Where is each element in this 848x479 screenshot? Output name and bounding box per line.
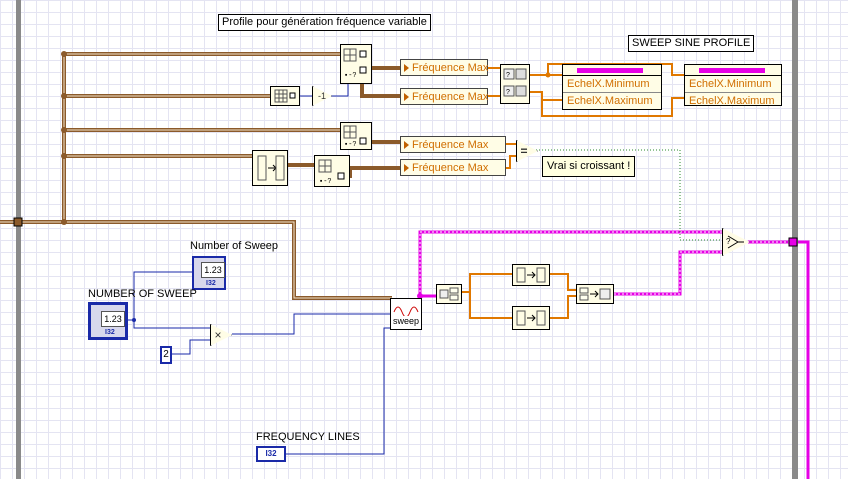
property-freq-max-3[interactable]: Fréquence Max bbox=[400, 136, 506, 153]
property-label: Fréquence Max bbox=[412, 161, 489, 174]
concat-icon bbox=[579, 287, 611, 301]
type-badge: I32 bbox=[265, 449, 277, 458]
property-freq-max-2[interactable]: Fréquence Max bbox=[400, 88, 488, 105]
reverse-node-2[interactable] bbox=[512, 306, 550, 330]
property-echelx-maximum[interactable]: EchelX.Maximum bbox=[563, 93, 661, 109]
type-badge: I32 bbox=[206, 280, 216, 287]
property-echelx-maximum[interactable]: EchelX.Maximum bbox=[685, 93, 781, 109]
sweep-node[interactable]: sweep bbox=[390, 298, 422, 330]
brown-wire-9[interactable] bbox=[348, 166, 400, 178]
svg-text:?: ? bbox=[506, 89, 510, 96]
split-node[interactable] bbox=[436, 284, 462, 304]
property-node-header bbox=[563, 65, 661, 76]
build-array-node[interactable] bbox=[270, 86, 300, 106]
number-of-sweep-indicator: 1.23 I32 bbox=[192, 256, 226, 290]
number-of-sweep-indicator-label: Number of Sweep bbox=[190, 240, 279, 252]
equal-symbol: = bbox=[520, 144, 528, 158]
brown-wire-top[interactable] bbox=[62, 52, 340, 222]
pink-wire-top[interactable] bbox=[418, 230, 722, 296]
sweep-node-label: sweep bbox=[392, 316, 419, 326]
property-label: Fréquence Max bbox=[412, 138, 489, 151]
index-array-node-2[interactable]: ▪-? bbox=[340, 122, 372, 150]
frequency-lines-label: FREQUENCY LINES bbox=[256, 431, 360, 443]
index-array-icon: ▪-? bbox=[318, 159, 345, 185]
reverse-icon bbox=[516, 267, 546, 283]
array-icon bbox=[274, 89, 296, 103]
frequency-lines-control[interactable]: I32 bbox=[256, 446, 286, 462]
svg-text:▪-?: ▪-? bbox=[319, 178, 332, 185]
reverse-node-1[interactable] bbox=[512, 264, 550, 286]
property-freq-max-1[interactable]: Fréquence Max bbox=[400, 59, 488, 76]
svg-text:?: ? bbox=[506, 72, 510, 79]
build-array-concat-node[interactable] bbox=[576, 284, 614, 304]
property-node-header bbox=[685, 65, 781, 76]
comment-vrai-si-croissant: Vrai si croissant ! bbox=[542, 156, 636, 177]
svg-text:?: ? bbox=[726, 237, 731, 246]
property-freq-max-4[interactable]: Fréquence Max bbox=[400, 159, 506, 176]
negate-symbol: -1 bbox=[317, 91, 326, 101]
indicator-value: 1.23 bbox=[201, 262, 225, 278]
sweep-profile-label: SWEEP SINE PROFILE bbox=[628, 35, 755, 52]
index-array-icon: ▪-? bbox=[343, 125, 367, 148]
svg-text:▪-?: ▪-? bbox=[344, 141, 357, 148]
constant-two[interactable]: 2 bbox=[160, 346, 172, 364]
reverse-array-node[interactable] bbox=[252, 150, 288, 186]
property-echelx-minimum[interactable]: EchelX.Minimum bbox=[685, 76, 781, 93]
tunnel-right bbox=[788, 237, 798, 247]
property-label: Fréquence Max bbox=[412, 61, 489, 74]
property-echelx-minimum[interactable]: EchelX.Minimum bbox=[563, 76, 661, 93]
split-icon bbox=[439, 287, 459, 301]
multiply-symbol: × bbox=[214, 328, 222, 342]
graph-property-node-2[interactable]: EchelX.Minimum EchelX.Maximum bbox=[684, 64, 782, 109]
sweep-wave-icon bbox=[393, 306, 419, 316]
tunnel-left bbox=[13, 217, 23, 227]
type-badge: I32 bbox=[105, 329, 115, 336]
reverse-icon bbox=[516, 310, 546, 326]
title-label: Profile pour génération fréquence variab… bbox=[218, 14, 431, 31]
pink-wire-down[interactable] bbox=[798, 240, 810, 479]
index-array-node-1[interactable]: ▪-? bbox=[340, 44, 372, 84]
control-value: 1.23 bbox=[101, 311, 125, 327]
max-min-node[interactable]: ?? bbox=[500, 64, 530, 104]
number-of-sweep-control[interactable]: 1.23 I32 bbox=[88, 302, 128, 340]
graph-property-node-1[interactable]: EchelX.Minimum EchelX.Maximum bbox=[562, 64, 662, 110]
property-label: Fréquence Max bbox=[412, 90, 489, 103]
reverse-array-icon bbox=[257, 155, 285, 181]
max-min-icon: ?? bbox=[503, 68, 527, 97]
pink-wire-bottom[interactable] bbox=[614, 250, 722, 296]
svg-text:▪-?: ▪-? bbox=[344, 72, 357, 80]
number-of-sweep-control-label: NUMBER OF SWEEP bbox=[88, 288, 197, 300]
index-array-icon: ▪-? bbox=[343, 48, 367, 80]
index-array-node-3[interactable]: ▪-? bbox=[314, 155, 350, 187]
